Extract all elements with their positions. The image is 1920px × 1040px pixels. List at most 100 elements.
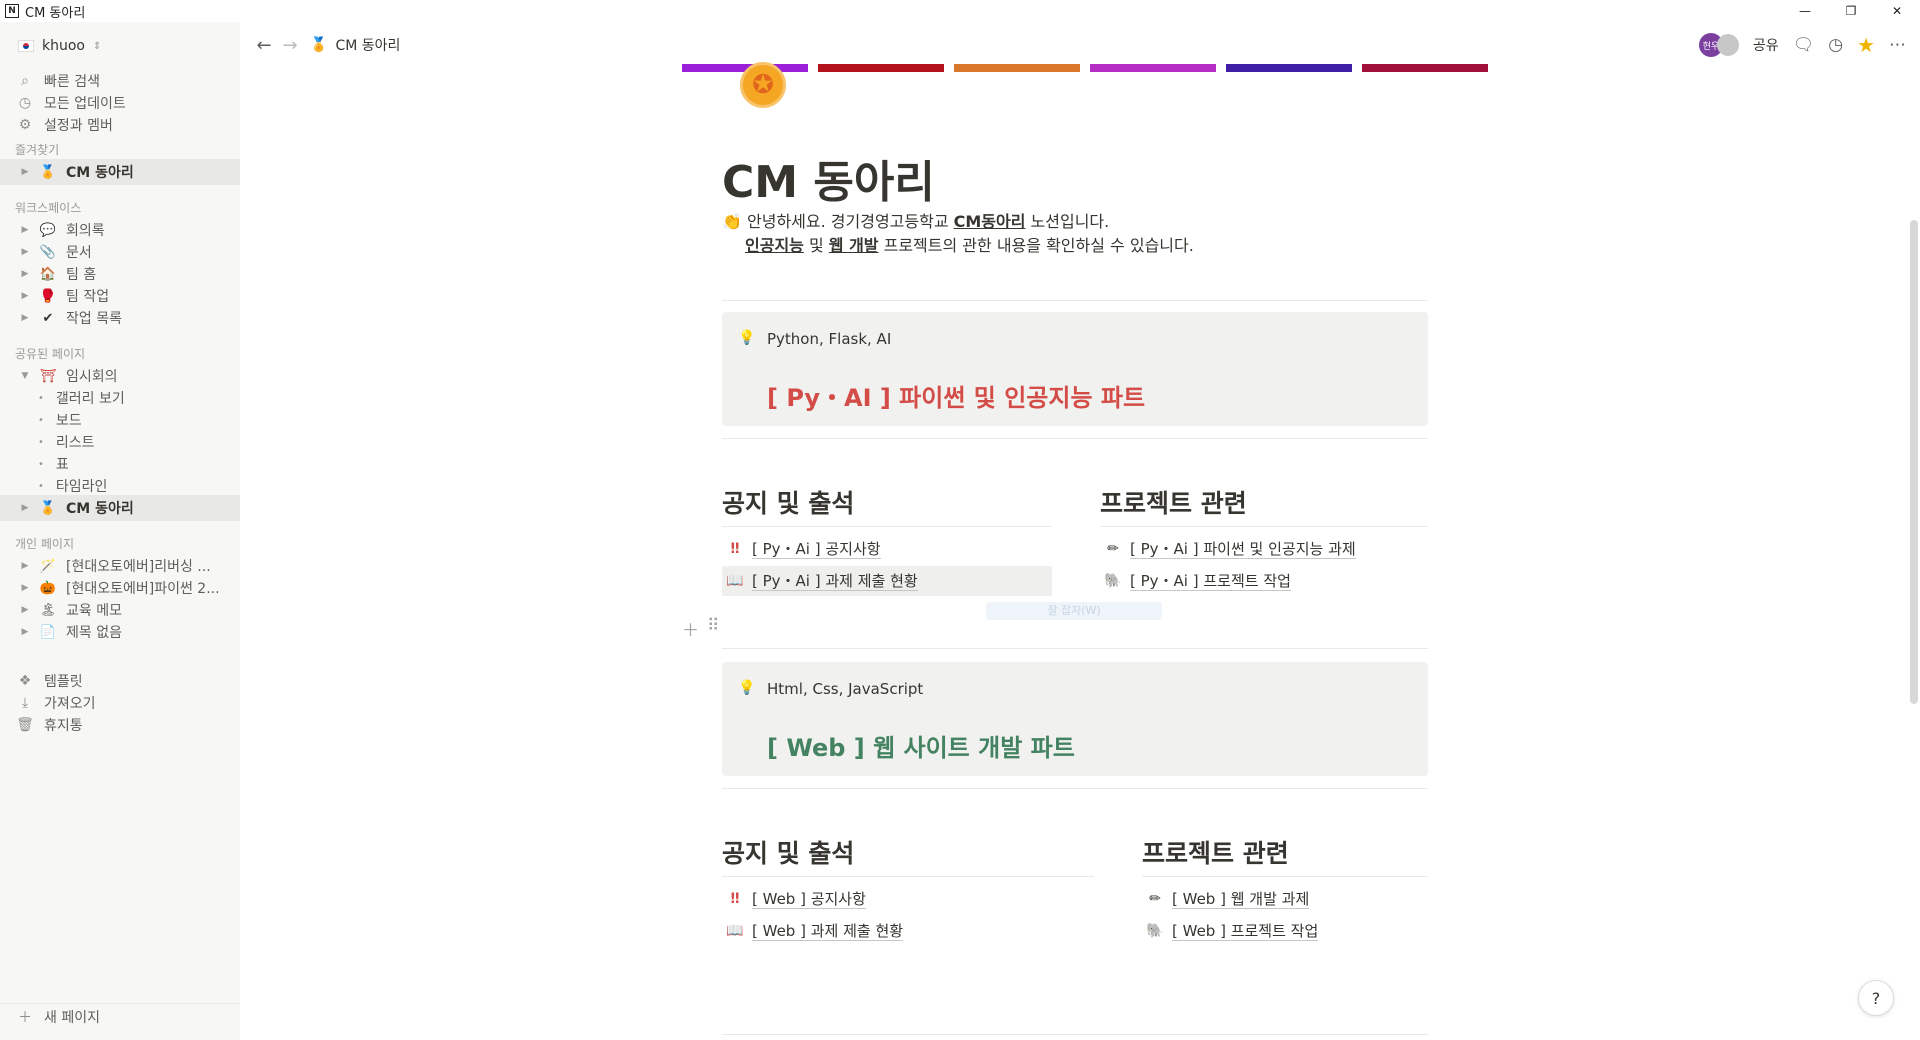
heading-notice-attendance[interactable]: 공지 및 출석 bbox=[722, 834, 854, 870]
callout-python[interactable]: 💡 Python, Flask, AI [ Py・AI ] 파이썬 및 인공지능… bbox=[722, 312, 1428, 426]
bullet-icon: • bbox=[38, 414, 44, 426]
section-label-workspace: 워크스페이스 bbox=[15, 201, 82, 215]
expand-arrow-icon[interactable]: ▶ bbox=[18, 269, 32, 279]
topbar-actions: 현우 공유 🗨 ◷ ★ ⋯ bbox=[1698, 22, 1906, 68]
drag-tooltip: 잘 잡자(W) bbox=[986, 602, 1162, 620]
sidebar-item-label: 회의록 bbox=[66, 223, 105, 239]
drag-handle-icon[interactable]: ⠿ bbox=[707, 616, 719, 641]
expand-arrow-icon[interactable]: ▶ bbox=[18, 167, 32, 177]
expand-arrow-icon[interactable]: ▶ bbox=[18, 605, 32, 615]
more-options-icon[interactable]: ⋯ bbox=[1889, 35, 1906, 55]
heading-underline bbox=[1100, 526, 1428, 527]
favorite-star-icon[interactable]: ★ bbox=[1857, 33, 1875, 57]
expand-arrow-icon[interactable]: ▶ bbox=[18, 561, 32, 571]
back-arrow-icon[interactable]: ← bbox=[252, 35, 276, 56]
double-exclamation-icon: ‼ bbox=[730, 541, 740, 557]
clap-icon: 👏 bbox=[722, 212, 742, 231]
expand-arrow-icon[interactable]: ▶ bbox=[18, 291, 32, 301]
checkmark-icon: ✔ bbox=[42, 310, 54, 326]
page-star-icon[interactable]: ✪ bbox=[740, 62, 786, 108]
expand-arrow-icon[interactable]: ▶ bbox=[18, 247, 32, 257]
scrollbar[interactable] bbox=[1910, 220, 1918, 704]
boxing-glove-icon: 🥊 bbox=[39, 288, 57, 304]
history-clock-icon[interactable]: ◷ bbox=[1828, 35, 1843, 55]
sidebar-item-label: [현대오토에버]파이썬 2... bbox=[66, 581, 220, 597]
sidebar-item-label: 팀 작업 bbox=[66, 289, 110, 305]
link-py-notice[interactable]: ‼ [ Py・Ai ] 공지사항 bbox=[722, 534, 1052, 564]
intro-link-web[interactable]: 웹 개발 bbox=[829, 236, 879, 255]
torii-gate-icon: ⛩ bbox=[39, 368, 57, 384]
forward-arrow-icon[interactable]: → bbox=[278, 35, 302, 56]
divider bbox=[722, 648, 1428, 649]
new-page-button[interactable]: ＋ 새 페이지 bbox=[0, 1003, 240, 1029]
pencil-icon: ✏ bbox=[1107, 541, 1119, 557]
expand-arrow-icon[interactable]: ▶ bbox=[18, 313, 32, 323]
pencil-icon: ✏ bbox=[1149, 891, 1161, 907]
sidebar-item-label: 보드 bbox=[55, 413, 82, 429]
intro-text-part: 노션입니다. bbox=[1025, 212, 1110, 231]
link-web-submission[interactable]: 📖 [ Web ] 과제 제출 현황 bbox=[722, 916, 904, 946]
link-py-project[interactable]: 🐘 [ Py・Ai ] 프로젝트 작업 bbox=[1100, 566, 1291, 596]
collapse-arrow-icon[interactable]: ▼ bbox=[18, 371, 32, 381]
section-label-shared: 공유된 페이지 bbox=[15, 347, 86, 361]
intro-link-cm[interactable]: CM동아리 bbox=[954, 212, 1026, 231]
help-button[interactable]: ? bbox=[1858, 980, 1894, 1016]
expand-arrow-icon[interactable]: ▶ bbox=[18, 503, 32, 513]
sidebar-item-settings[interactable]: ⚙ 설정과 멤버 bbox=[0, 112, 240, 138]
sidebar: khuoo ⇕ ⌕ 빠른 검색 ◷ 모든 업데이트 ⚙ 설정과 멤버 즐겨찾기 … bbox=[0, 22, 240, 1040]
expand-arrow-icon[interactable]: ▶ bbox=[18, 225, 32, 235]
block-handle[interactable]: ＋ ⠿ bbox=[682, 616, 719, 641]
gear-icon: ⚙ bbox=[18, 117, 32, 133]
expand-arrow-icon[interactable]: ▶ bbox=[18, 583, 32, 593]
plus-icon: ＋ bbox=[18, 1009, 32, 1026]
window-controls: — ❐ ✕ bbox=[1782, 0, 1920, 22]
link-label: [ Web ] 웹 개발 과제 bbox=[1172, 889, 1310, 909]
link-py-assignment[interactable]: ✏ [ Py・Ai ] 파이썬 및 인공지능 과제 bbox=[1100, 534, 1356, 564]
sidebar-item-label: 휴지통 bbox=[44, 718, 83, 734]
link-label: [ Web ] 과제 제출 현황 bbox=[752, 921, 904, 941]
intro-text[interactable]: 👏 안녕하세요. 경기경영고등학교 CM동아리 노션입니다. 인공지능 및 웹 … bbox=[722, 210, 1194, 258]
speech-bubble-icon: 💬 bbox=[39, 222, 57, 238]
sidebar-item-favorite-cm[interactable]: ▶ 🏅 CM 동아리 bbox=[0, 159, 240, 185]
expand-arrow-icon[interactable]: ▶ bbox=[18, 627, 32, 637]
collaborator-avatars[interactable]: 현우 bbox=[1698, 33, 1739, 57]
medal-icon: 🏅 bbox=[39, 164, 57, 180]
chevron-updown-icon: ⇕ bbox=[92, 40, 102, 52]
search-icon: ⌕ bbox=[21, 73, 29, 89]
comment-icon[interactable]: 🗨 bbox=[1793, 35, 1815, 55]
window-title: CM 동아리 bbox=[25, 5, 86, 21]
cover-image[interactable] bbox=[682, 64, 1488, 74]
callout-web[interactable]: 💡 Html, Css, JavaScript [ Web ] 웹 사이트 개발… bbox=[722, 662, 1428, 776]
sidebar-item-label: [현대오토에버]리버싱 ... bbox=[66, 559, 211, 575]
share-button[interactable]: 공유 bbox=[1753, 35, 1779, 55]
breadcrumb[interactable]: CM 동아리 bbox=[335, 35, 400, 55]
heading-project[interactable]: 프로젝트 관련 bbox=[1142, 834, 1289, 870]
intro-text-part: 프로젝트의 관한 내용을 확인하실 수 있습니다. bbox=[878, 236, 1194, 255]
sidebar-item-trash[interactable]: 🗑 휴지통 bbox=[0, 712, 240, 738]
sidebar-item-task-list[interactable]: ▶ ✔ 작업 목록 bbox=[0, 305, 240, 331]
minimize-button[interactable]: — bbox=[1782, 0, 1828, 22]
link-web-assignment[interactable]: ✏ [ Web ] 웹 개발 과제 bbox=[1142, 884, 1310, 914]
sidebar-item-untitled[interactable]: ▶ 📄 제목 없음 bbox=[0, 619, 240, 645]
link-py-submission[interactable]: 📖 [ Py・Ai ] 과제 제출 현황 bbox=[722, 566, 1052, 596]
workspace-switcher[interactable]: khuoo ⇕ bbox=[12, 34, 107, 58]
template-icon: ❖ bbox=[18, 673, 32, 689]
breadcrumb-medal-icon: 🏅 bbox=[310, 37, 328, 53]
link-web-project[interactable]: 🐘 [ Web ] 프로젝트 작업 bbox=[1142, 916, 1319, 946]
heading-project[interactable]: 프로젝트 관련 bbox=[1100, 484, 1247, 520]
sidebar-item-shared-cm[interactable]: ▶ 🏅 CM 동아리 bbox=[0, 495, 240, 521]
heading-notice-attendance[interactable]: 공지 및 출석 bbox=[722, 484, 854, 520]
intro-text-part: 안녕하세요. 경기경영고등학교 bbox=[747, 212, 954, 231]
callout-subtitle: Html, Css, JavaScript bbox=[767, 680, 924, 698]
page-title[interactable]: CM 동아리 bbox=[722, 146, 935, 210]
divider bbox=[722, 438, 1428, 439]
close-button[interactable]: ✕ bbox=[1874, 0, 1920, 22]
link-web-notice[interactable]: ‼ [ Web ] 공지사항 bbox=[722, 884, 866, 914]
maximize-button[interactable]: ❐ bbox=[1828, 0, 1874, 22]
open-book-icon: 📖 bbox=[726, 923, 744, 939]
add-block-plus-icon[interactable]: ＋ bbox=[682, 616, 699, 641]
intro-link-ai[interactable]: 인공지능 bbox=[745, 236, 804, 255]
sidebar-item-label: 타임라인 bbox=[55, 479, 108, 495]
link-label: [ Py・Ai ] 공지사항 bbox=[752, 539, 881, 559]
elephant-icon: 🐘 bbox=[1146, 923, 1164, 939]
